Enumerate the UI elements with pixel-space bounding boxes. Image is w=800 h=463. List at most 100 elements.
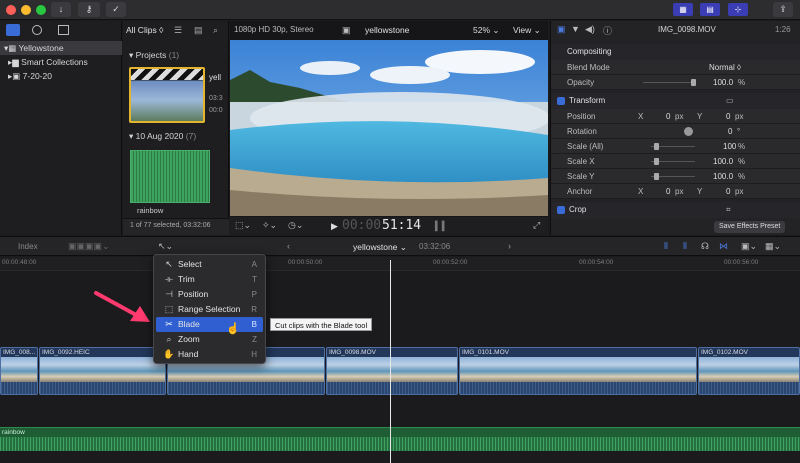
transform-checkbox[interactable] <box>557 96 565 105</box>
background-tasks-button[interactable]: ✓ <box>106 2 126 17</box>
audio-meter-icon: ▍▍ <box>435 221 449 231</box>
crop-checkbox[interactable] <box>557 205 565 214</box>
menu-item-position[interactable]: ⊣ Position P <box>156 287 263 302</box>
menu-item-blade[interactable]: ✂ Blade B <box>156 317 263 332</box>
zoom-window-button[interactable] <box>36 5 46 15</box>
project-thumbnail[interactable] <box>129 67 205 123</box>
menu-item-trim[interactable]: ⟛ Trim T <box>156 272 263 287</box>
libraries-icon[interactable] <box>6 24 20 36</box>
retime-icon[interactable]: ◷⌄ <box>288 220 303 231</box>
skimming-icon[interactable]: ⦀ <box>664 241 668 252</box>
sidebar-item-smart-collections[interactable]: ▸▆ Smart Collections <box>0 55 122 69</box>
format-info: 1080p HD 30p, Stereo <box>234 25 314 34</box>
scale-all-knob[interactable] <box>654 143 659 150</box>
rotation-dial[interactable] <box>684 127 693 136</box>
timeline-toggle-button[interactable]: ▤ <box>700 3 720 16</box>
import-button[interactable]: ↓ <box>51 2 71 17</box>
history-forward-icon[interactable]: › <box>508 241 511 251</box>
photos-audio-icon[interactable] <box>32 25 42 35</box>
scale-x-knob[interactable] <box>654 158 659 165</box>
crop-onscreen-icon[interactable]: ⌗ <box>726 202 731 218</box>
clip-appearance-icon[interactable]: ▤ <box>194 25 203 36</box>
menu-item-hand[interactable]: ✋ Hand H <box>156 347 263 362</box>
sidebar-item-yellowstone[interactable]: ▾▦ Yellowstone <box>0 41 122 55</box>
tool-popup-button[interactable]: ↖⌄ <box>158 241 173 252</box>
edit-buttons-icon[interactable]: ▣▣▣▣⌄ <box>68 241 110 252</box>
inspector: ▣ ▼ ◀) ⓘ IMG_0098.MOV 1:26 Compositing B… <box>550 21 800 235</box>
menu-item-zoom[interactable]: ⌕ Zoom Z <box>156 332 263 347</box>
clip-appearance-icon[interactable]: ▣⌄ <box>741 241 757 252</box>
viewer-title: yellowstone <box>365 25 410 35</box>
index-button[interactable]: Index <box>18 242 38 251</box>
timeline-clip[interactable]: IMG_0098.MOV <box>326 347 458 395</box>
snapping-icon[interactable]: ⋈ <box>719 241 728 252</box>
crop-header[interactable]: Crop ⌗ <box>551 202 800 218</box>
compositing-header: Compositing <box>551 44 800 60</box>
minimize-window-button[interactable] <box>21 5 31 15</box>
timeline-clip[interactable]: IMG_0101.MOV <box>459 347 697 395</box>
audio-clip-thumbnail[interactable] <box>130 150 210 203</box>
enhance-icon[interactable]: ✧⌄ <box>262 220 277 231</box>
selection-status: 1 of 77 selected, 03:32:06 <box>130 222 211 229</box>
opacity-slider[interactable] <box>643 82 695 83</box>
sidebar-item-event[interactable]: ▸▣ 7-20-20 <box>0 69 122 83</box>
timeline-title[interactable]: yellowstone ⌄ <box>353 242 407 253</box>
rotation-row: Rotation 0 ° <box>551 124 800 139</box>
video-inspector-icon[interactable]: ▣ <box>557 24 566 35</box>
timeline-clip[interactable]: IMG_0092.HEIC <box>39 347 166 395</box>
info-inspector-icon[interactable]: ⓘ <box>603 24 612 37</box>
filter-popup[interactable]: All Clips ◊ <box>126 25 163 35</box>
ruler-tick: 00:00:48:00 <box>2 259 37 266</box>
trim-icon: ⟛ <box>164 274 174 284</box>
timecode[interactable]: 51:14 <box>382 218 421 233</box>
library-toggle-button[interactable]: ▦ <box>673 3 693 16</box>
timeline-ruler[interactable]: 00:00:48:00 00:00:50:00 00:00:52:00 00:0… <box>0 257 800 271</box>
timeline-clip[interactable]: IMG_008... <box>0 347 38 395</box>
effects-browser-icon[interactable]: ▦⌄ <box>765 241 781 252</box>
video-frame[interactable] <box>230 40 548 216</box>
menu-item-select[interactable]: ↖ Select A <box>156 257 263 272</box>
view-popup[interactable]: View ⌄ <box>513 25 541 36</box>
fullscreen-icon[interactable]: ⤢ <box>533 220 540 231</box>
titles-generators-icon[interactable] <box>58 25 69 35</box>
save-effects-preset-button[interactable]: Save Effects Preset <box>714 221 786 233</box>
solo-icon[interactable]: ☊ <box>701 241 709 252</box>
projects-header[interactable]: ▾ Projects (1) <box>129 50 179 61</box>
inspector-toggle-button[interactable]: ⊹ <box>728 3 748 16</box>
zoom-popup[interactable]: 52% ⌄ <box>473 25 500 36</box>
menu-item-range-selection[interactable]: ⬚ Range Selection R <box>156 302 263 317</box>
audio-inspector-icon[interactable]: ◀) <box>585 24 595 35</box>
play-button[interactable]: ▶ <box>331 221 338 232</box>
opacity-slider-knob[interactable] <box>691 79 696 86</box>
mouse-cursor-icon: ☝ <box>226 323 240 335</box>
anchor-row: Anchor X 0 px Y 0 px <box>551 184 800 199</box>
clapper-icon <box>131 69 203 80</box>
list-view-icon[interactable]: ☰ <box>174 25 182 36</box>
transform-tool-icon[interactable]: ⬚⌄ <box>235 220 251 231</box>
playhead[interactable] <box>390 260 391 463</box>
close-window-button[interactable] <box>6 5 16 15</box>
timeline-toolbar: Index ▣▣▣▣⌄ ↖⌄ ‹ yellowstone ⌄ 03:32:06 … <box>0 236 800 256</box>
range-icon: ⬚ <box>164 304 174 314</box>
timeline-clip[interactable]: IMG_0102.MOV <box>698 347 800 395</box>
keywords-button[interactable]: ⚷ <box>78 2 100 17</box>
transform-header[interactable]: Transform ▭ <box>551 93 800 109</box>
audio-clip[interactable]: rainbow <box>0 427 800 451</box>
scale-x-row: Scale X 100.0 % <box>551 154 800 169</box>
library-icon: ▾▦ <box>4 43 19 53</box>
position-row: Position X 0 px Y 0 px <box>551 109 800 124</box>
share-button[interactable]: ⇪ <box>773 2 793 17</box>
filter-inspector-icon[interactable]: ▼ <box>571 24 580 34</box>
ruler-tick: 00:00:56:00 <box>724 259 759 266</box>
date-group-header[interactable]: ▾ 10 Aug 2020 (7) <box>129 131 196 142</box>
blend-mode-popup[interactable]: Normal ◊ <box>709 60 741 75</box>
audio-skimming-icon[interactable]: ⦀ <box>683 241 687 252</box>
scale-y-row: Scale Y 100.0 % <box>551 169 800 184</box>
libraries-sidebar: ▾▦ Yellowstone ▸▆ Smart Collections ▸▣ 7… <box>0 21 122 235</box>
zoom-icon: ⌕ <box>166 334 172 344</box>
scale-y-knob[interactable] <box>654 173 659 180</box>
search-icon[interactable]: ⌕ <box>213 25 218 36</box>
transform-onscreen-icon[interactable]: ▭ <box>726 93 734 109</box>
history-back-icon[interactable]: ‹ <box>287 241 290 251</box>
blend-mode-row: Blend Mode Normal ◊ <box>551 60 800 75</box>
